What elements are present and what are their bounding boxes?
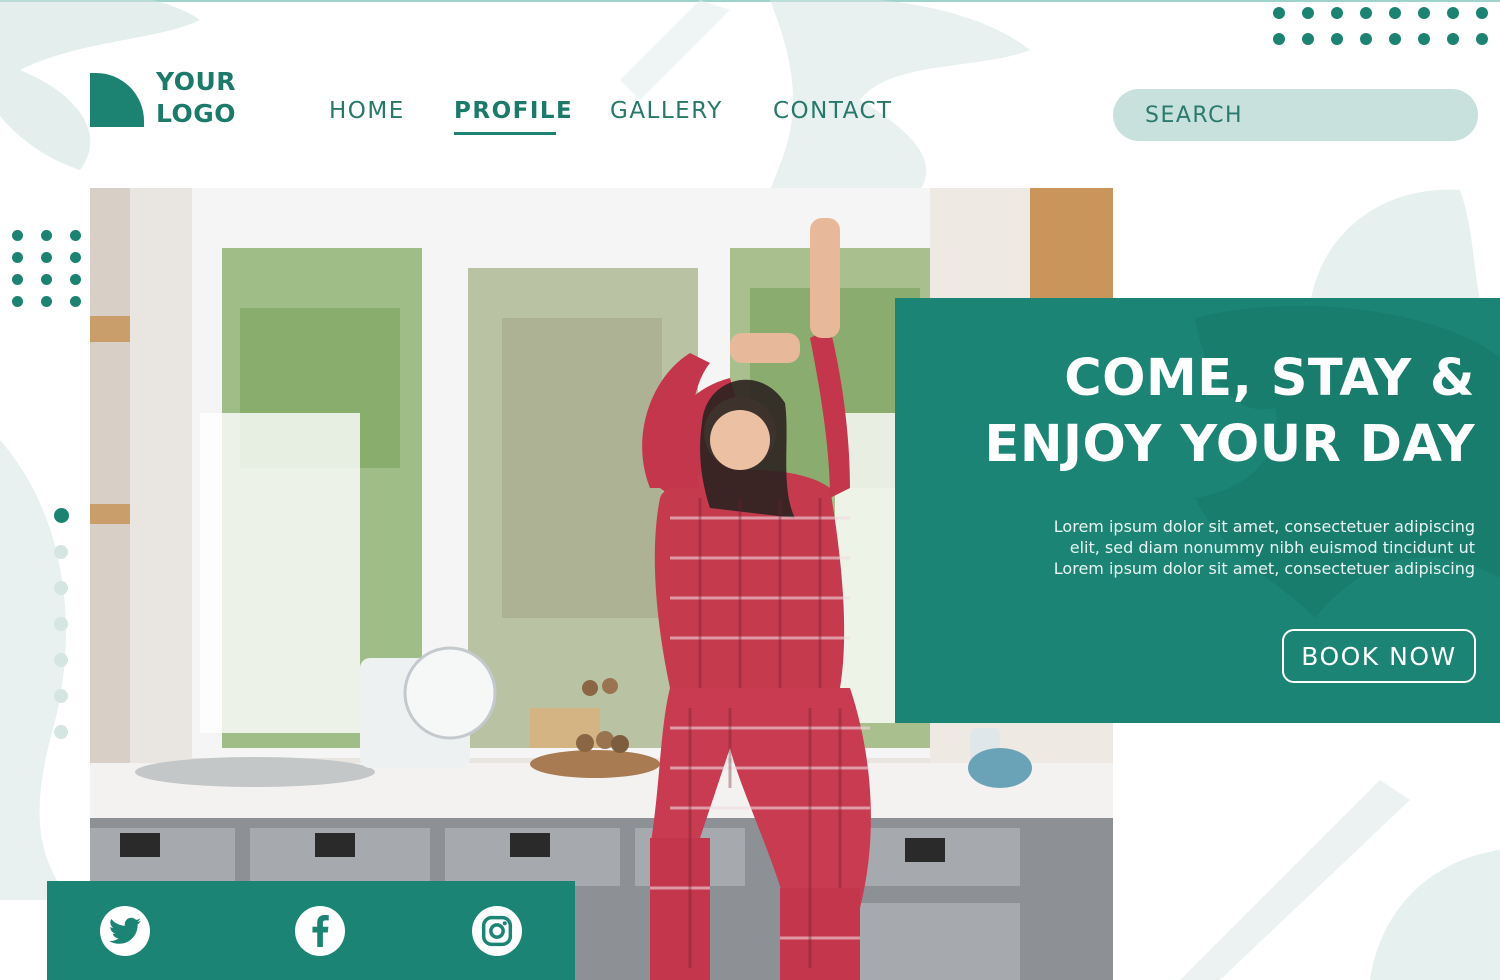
facebook-icon[interactable] bbox=[295, 906, 345, 956]
dot-column-left bbox=[54, 508, 69, 739]
search-input[interactable] bbox=[1113, 89, 1478, 141]
instagram-glyph bbox=[481, 915, 513, 947]
logo-line-2: LOGO bbox=[156, 99, 237, 128]
twitter-glyph bbox=[109, 917, 141, 944]
twitter-icon[interactable] bbox=[100, 906, 150, 956]
dot-grid-top-right bbox=[1273, 7, 1488, 45]
leaf-decoration-left bbox=[0, 440, 70, 900]
hero-title-line-2: ENJOY YOUR DAY bbox=[984, 415, 1475, 474]
hero-description-line-1: Lorem ipsum dolor sit amet, consectetuer… bbox=[1053, 517, 1475, 536]
logo-line-1: YOUR bbox=[156, 67, 237, 96]
book-now-button[interactable]: BOOK NOW bbox=[1282, 629, 1476, 683]
hero-title-line-1: COME, STAY & bbox=[1064, 349, 1475, 408]
nav-gallery[interactable]: GALLERY bbox=[610, 98, 723, 124]
facebook-glyph bbox=[312, 915, 329, 947]
logo-text[interactable]: YOUR LOGO bbox=[156, 66, 236, 130]
nav-active-underline bbox=[454, 132, 556, 135]
hero-title: COME, STAY & ENJOY YOUR DAY bbox=[985, 346, 1475, 478]
nav-home[interactable]: HOME bbox=[329, 98, 405, 124]
dot-grid-left bbox=[12, 230, 81, 307]
instagram-icon[interactable] bbox=[472, 906, 522, 956]
hero-description-line-3: Lorem ipsum dolor sit amet, consectetuer… bbox=[1053, 559, 1475, 578]
hero-description: Lorem ipsum dolor sit amet, consectetuer… bbox=[1005, 516, 1475, 579]
social-bar bbox=[47, 881, 575, 980]
hero-panel: COME, STAY & ENJOY YOUR DAY Lorem ipsum … bbox=[895, 298, 1500, 723]
leaf-decoration-top-center bbox=[620, 0, 1030, 190]
leaf-decoration-bottom-right bbox=[1180, 780, 1500, 980]
hero-description-line-2: elit, sed diam nonummy nibh euismod tinc… bbox=[1069, 538, 1475, 557]
nav-contact[interactable]: CONTACT bbox=[773, 98, 893, 124]
nav-profile[interactable]: PROFILE bbox=[454, 98, 573, 124]
